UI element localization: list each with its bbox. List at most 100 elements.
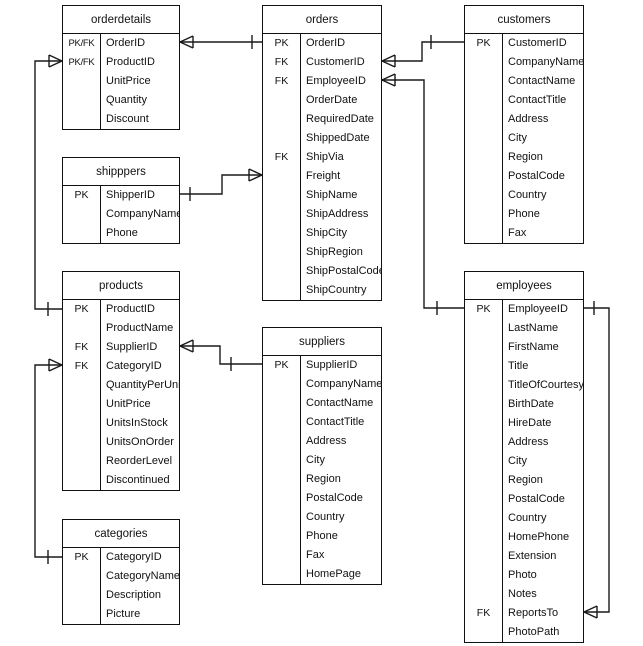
field-row[interactable]: BirthDate — [465, 395, 583, 414]
entity-employees[interactable]: employees PK EmployeeID LastName FirstName Ti… — [464, 271, 584, 643]
field-row[interactable]: Phone — [63, 224, 179, 243]
field-row[interactable]: ContactName — [465, 72, 583, 91]
entity-orderdetails[interactable]: orderdetails PK/FK OrderID PK/FK ProductID Un… — [62, 5, 180, 130]
field-row[interactable]: FK CategoryID — [63, 357, 179, 376]
field-row[interactable]: PK ProductID — [63, 300, 179, 319]
field-row[interactable]: City — [263, 451, 381, 470]
field-row[interactable]: FK SupplierID — [63, 338, 179, 357]
field-row[interactable]: Title — [465, 357, 583, 376]
field-row[interactable]: ReorderLevel — [63, 452, 179, 471]
field-row[interactable]: UnitsOnOrder — [63, 433, 179, 452]
field-row[interactable]: ShipCountry — [263, 281, 381, 300]
field-row[interactable]: PostalCode — [465, 167, 583, 186]
field-row[interactable]: Country — [465, 186, 583, 205]
field-row[interactable]: RequiredDate — [263, 110, 381, 129]
field-row[interactable]: Region — [263, 470, 381, 489]
field-key-badge: FK — [63, 338, 101, 357]
field-row[interactable]: Notes — [465, 585, 583, 604]
field-row[interactable]: ShipName — [263, 186, 381, 205]
field-row[interactable]: UnitPrice — [63, 395, 179, 414]
field-row[interactable]: ShipRegion — [263, 243, 381, 262]
field-row[interactable]: Photo — [465, 566, 583, 585]
field-row[interactable]: PostalCode — [263, 489, 381, 508]
field-name: ReorderLevel — [106, 455, 173, 467]
field-row[interactable]: QuantityPerUnit — [63, 376, 179, 395]
field-row[interactable]: PK/FK ProductID — [63, 53, 179, 72]
field-key-badge: PK — [263, 356, 301, 375]
field-row[interactable]: LastName — [465, 319, 583, 338]
field-row[interactable]: Region — [465, 471, 583, 490]
field-row[interactable]: Description — [63, 586, 179, 605]
field-row[interactable]: UnitPrice — [63, 72, 179, 91]
field-row[interactable]: ContactName — [263, 394, 381, 413]
field-row[interactable]: Extension — [465, 547, 583, 566]
field-row[interactable]: Picture — [63, 605, 179, 624]
entity-categories[interactable]: categories PK CategoryID CategoryName Descri… — [62, 519, 180, 625]
field-row[interactable]: Address — [465, 110, 583, 129]
field-row[interactable]: TitleOfCourtesy — [465, 376, 583, 395]
field-row[interactable]: ContactTitle — [465, 91, 583, 110]
field-row[interactable]: Fax — [465, 224, 583, 243]
field-key-badge — [263, 394, 301, 413]
field-list-shipppers: PK ShipperID CompanyName Phone — [63, 186, 179, 243]
field-name: PhotoPath — [508, 626, 560, 638]
field-row[interactable]: City — [465, 452, 583, 471]
field-row[interactable]: PostalCode — [465, 490, 583, 509]
field-row[interactable]: ShipAddress — [263, 205, 381, 224]
field-row[interactable]: Fax — [263, 546, 381, 565]
field-row[interactable]: FK ShipVia — [263, 148, 381, 167]
field-name: PostalCode — [306, 492, 363, 504]
field-row[interactable]: Country — [465, 509, 583, 528]
field-row[interactable]: Phone — [465, 205, 583, 224]
field-row[interactable]: PK ShipperID — [63, 186, 179, 205]
entity-shipppers[interactable]: shipppers PK ShipperID CompanyName Phone — [62, 157, 180, 244]
field-row[interactable]: CompanyName — [263, 375, 381, 394]
field-row[interactable]: Discount — [63, 110, 179, 129]
field-name: OrderDate — [306, 94, 358, 106]
field-row[interactable]: PK OrderID — [263, 34, 381, 53]
field-row[interactable]: Discontinued — [63, 471, 179, 490]
field-row[interactable]: HomePage — [263, 565, 381, 584]
field-name: HireDate — [508, 417, 552, 429]
field-row[interactable]: Region — [465, 148, 583, 167]
field-row[interactable]: UnitsInStock — [63, 414, 179, 433]
field-key-badge — [63, 586, 101, 605]
field-row[interactable]: ShipCity — [263, 224, 381, 243]
field-row[interactable]: Quantity — [63, 91, 179, 110]
field-row[interactable]: HomePhone — [465, 528, 583, 547]
field-row[interactable]: PK EmployeeID — [465, 300, 583, 319]
field-row[interactable]: FK ReportsTo — [465, 604, 583, 623]
field-row[interactable]: PK/FK OrderID — [63, 34, 179, 53]
entity-products[interactable]: products PK ProductID ProductName FK Supplier… — [62, 271, 180, 491]
field-row[interactable]: PK SupplierID — [263, 356, 381, 375]
field-row[interactable]: CompanyName — [465, 53, 583, 72]
field-row[interactable]: Freight — [263, 167, 381, 186]
field-row[interactable]: PhotoPath — [465, 623, 583, 642]
field-name: City — [508, 132, 527, 144]
field-row[interactable]: ShipPostalCode — [263, 262, 381, 281]
field-row[interactable]: Address — [263, 432, 381, 451]
field-row[interactable]: ProductName — [63, 319, 179, 338]
entity-orders[interactable]: orders PK OrderID FK CustomerID FK EmployeeID O… — [262, 5, 382, 301]
field-row[interactable]: Phone — [263, 527, 381, 546]
field-row[interactable]: FirstName — [465, 338, 583, 357]
field-name: ProductName — [106, 322, 174, 334]
field-name: Phone — [306, 530, 338, 542]
field-row[interactable]: CompanyName — [63, 205, 179, 224]
field-row[interactable]: ShippedDate — [263, 129, 381, 148]
field-row[interactable]: FK CustomerID — [263, 53, 381, 72]
entity-suppliers[interactable]: suppliers PK SupplierID CompanyName ContactN… — [262, 327, 382, 585]
entity-customers[interactable]: customers PK CustomerID CompanyName ContactN… — [464, 5, 584, 244]
field-row[interactable]: Country — [263, 508, 381, 527]
field-row[interactable]: CategoryName — [63, 567, 179, 586]
entity-title-orders: orders — [263, 6, 381, 34]
field-row[interactable]: PK CustomerID — [465, 34, 583, 53]
field-row[interactable]: ContactTitle — [263, 413, 381, 432]
field-row[interactable]: Address — [465, 433, 583, 452]
field-row[interactable]: HireDate — [465, 414, 583, 433]
field-row[interactable]: City — [465, 129, 583, 148]
field-row[interactable]: PK CategoryID — [63, 548, 179, 567]
field-row[interactable]: FK EmployeeID — [263, 72, 381, 91]
field-row[interactable]: OrderDate — [263, 91, 381, 110]
field-list-products: PK ProductID ProductName FK SupplierID FK Cate… — [63, 300, 179, 490]
